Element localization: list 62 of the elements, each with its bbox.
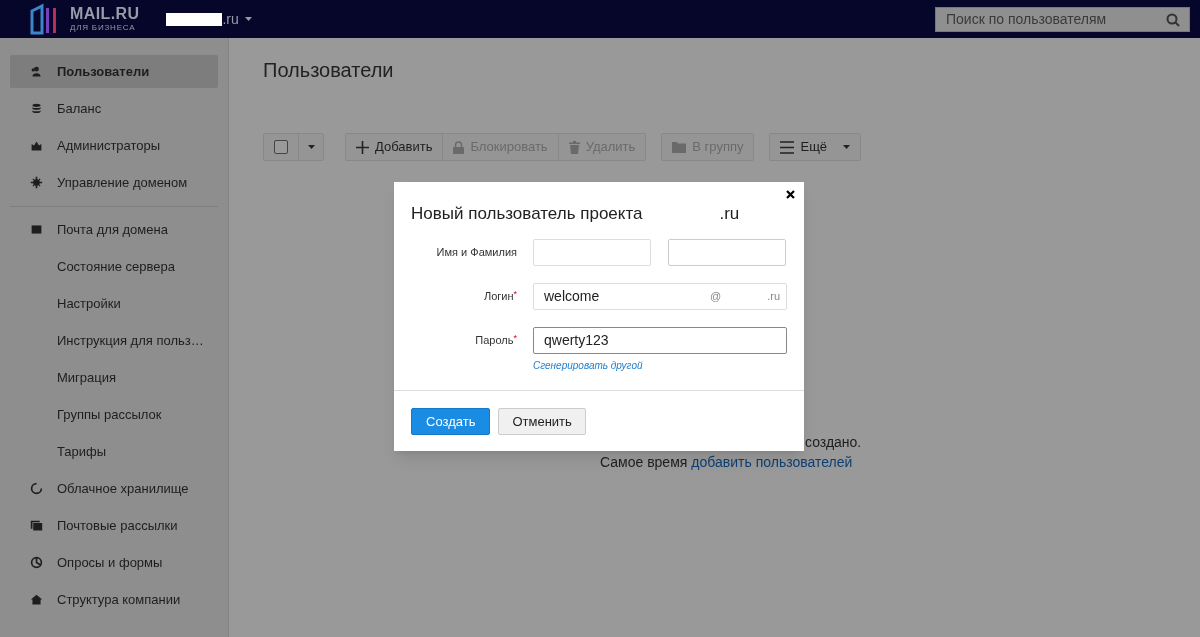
sidebar-item[interactable]: Настройки [10,287,218,320]
users-icon [30,65,43,78]
dialog-title-domain: .ru [719,203,740,225]
sidebar-item[interactable]: Почта для домена [10,213,218,246]
sidebar-item[interactable]: Структура компании [10,583,218,616]
crown-icon [30,139,43,152]
lock-icon [453,140,465,154]
ring-icon [30,482,43,495]
sidebar-item[interactable]: Опросы и формы [10,546,218,579]
redaction-bar [166,12,223,26]
password-field[interactable]: qwerty123 [533,327,787,354]
caret-icon [244,16,252,22]
sidebar-item[interactable]: Группы рассылок [10,398,218,431]
field-label: Логин [483,290,514,303]
sidebar-item[interactable]: Миграция [10,361,218,394]
sidebar-item[interactable]: Облачное хранилище [10,472,218,505]
field-label: Пароль [475,334,514,347]
required-mark: * [513,289,517,300]
sidebar-item[interactable]: Состояние сервера [10,250,218,283]
domain-suffix: .ru [767,289,780,305]
menu-icon [780,140,795,154]
login-value: welcome [544,287,600,306]
coins-icon [30,102,43,115]
sidebar-item[interactable]: Баланс [10,92,218,125]
generate-password-link[interactable]: Сгенерировать другой [533,358,643,373]
house-icon [30,593,43,606]
logo-tagline: ДЛЯ БИЗНЕСА [70,24,137,32]
last-name-field[interactable] [668,239,786,266]
search-field[interactable]: Поиск по пользователям [935,6,1190,32]
login-field[interactable]: welcome @ .ru [533,283,787,310]
at-sign: @ [710,289,722,305]
empty-message-text: Самое время [600,453,688,472]
sidebar-item[interactable]: Администраторы [10,129,218,162]
create-button[interactable]: Создать [411,408,491,435]
close-icon[interactable] [786,190,795,199]
field-label: Имя и Фамилия [435,245,517,261]
chart-icon [30,556,43,569]
page-title: Пользователи [263,58,395,82]
search-icon[interactable] [1166,12,1180,27]
logo-text: MAIL.RU [70,6,140,22]
settings-icon [30,176,43,189]
sidebar-item[interactable]: Инструкция для польз… [10,324,218,357]
sidebar-item[interactable]: Управление доменом [10,166,218,199]
folder-icon [672,141,687,153]
add-users-link[interactable]: добавить пользователей [691,452,853,472]
sidebar-item[interactable]: Пользователи [10,55,218,88]
sidebar-item[interactable]: Почтовые рассылки [10,509,218,542]
dialog-title: Новый пользователь проекта [411,203,643,225]
sidebar-item[interactable]: Тарифы [10,435,218,468]
plus-icon [356,140,369,154]
domain-dropdown[interactable]: .ru [222,8,252,30]
envelopes-icon [30,519,43,532]
more-menu-button[interactable]: Ещё [770,134,861,160]
trash-icon [568,140,580,154]
empty-message: создано. [805,433,862,452]
password-value: qwerty123 [544,331,609,350]
first-name-field[interactable] [533,239,651,266]
cancel-button[interactable]: Отменить [498,408,586,435]
toolbar-button[interactable]: Добавить [346,134,443,160]
required-mark: * [513,333,517,344]
envelope-icon [30,223,43,236]
caret-icon [843,144,851,150]
